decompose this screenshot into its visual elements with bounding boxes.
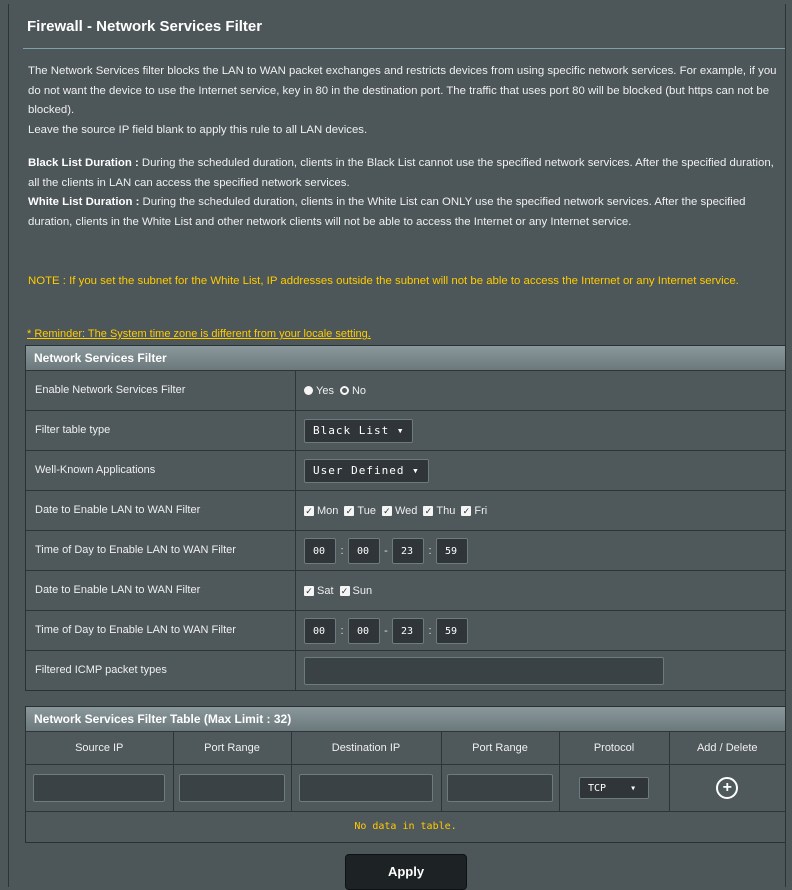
weekend-date-label: Date to Enable LAN to WAN Filter [26, 571, 296, 610]
col-add-delete: Add / Delete [669, 731, 785, 765]
well-known-apps-row: Well-Known Applications User Defined ▾ [26, 450, 785, 490]
weekend-time-row: Time of Day to Enable LAN to WAN Filter … [26, 610, 785, 650]
weekend-start-hour-input[interactable]: 00 [304, 617, 336, 644]
weekend-end-hour-input[interactable]: 23 [392, 617, 424, 644]
weekday-time-label: Time of Day to Enable LAN to WAN Filter [26, 531, 296, 570]
col-protocol: Protocol [559, 731, 670, 765]
protocol-select[interactable]: TCP ▾ [579, 777, 649, 799]
time-zone-reminder-link[interactable]: * Reminder: The System time zone is diff… [27, 328, 371, 340]
well-known-apps-select[interactable]: User Defined ▾ [304, 458, 429, 483]
wed-checkbox[interactable]: ✓ [381, 505, 392, 516]
no-radio-label[interactable]: No [352, 385, 366, 397]
thu-checkbox[interactable]: ✓ [423, 505, 434, 516]
destination-ip-input[interactable] [298, 774, 434, 802]
add-icon[interactable]: + [716, 777, 739, 799]
apply-button[interactable]: Apply [345, 854, 467, 890]
weekday-start-hour-input[interactable]: 00 [304, 537, 336, 564]
source-ip-input[interactable] [33, 774, 166, 802]
fri-checkbox[interactable]: ✓ [461, 505, 472, 516]
enable-filter-row: Enable Network Services Filter Yes No [26, 370, 785, 410]
col-dest-port-range: Port Range [441, 731, 560, 765]
source-port-range-input[interactable] [179, 774, 285, 802]
weekend-start-minute-input[interactable]: 00 [348, 617, 380, 644]
title-divider [23, 48, 785, 49]
filter-table-type-label: Filter table type [26, 411, 296, 450]
col-port-range: Port Range [173, 731, 292, 765]
wed-label: Wed [394, 504, 418, 517]
weekend-time-label: Time of Day to Enable LAN to WAN Filter [26, 611, 296, 650]
description: The Network Services filter blocks the L… [28, 62, 784, 140]
weekday-end-hour-input[interactable]: 23 [392, 537, 424, 564]
col-source-ip: Source IP [26, 731, 174, 765]
tue-label: Tue [357, 504, 376, 517]
icmp-row: Filtered ICMP packet types [26, 650, 785, 690]
black-list-description: Black List Duration : During the schedul… [28, 154, 784, 193]
empty-table-message: No data in table. [26, 811, 785, 842]
mon-label: Mon [317, 504, 339, 517]
sat-label: Sat [317, 584, 334, 597]
weekday-date-row: Date to Enable LAN to WAN Filter ✓ Mon ✓ T… [26, 490, 785, 530]
icmp-packet-types-input[interactable] [304, 656, 664, 685]
tue-checkbox[interactable]: ✓ [344, 505, 355, 516]
filter-table-panel: Network Services Filter Table (Max Limit… [25, 706, 786, 843]
weekend-end-minute-input[interactable]: 59 [436, 617, 468, 644]
filter-table-type-select[interactable]: Black List ▾ [304, 418, 414, 443]
white-list-title: White List Duration : [28, 196, 140, 208]
description-main: The Network Services filter blocks the L… [28, 65, 777, 116]
yes-radio[interactable] [304, 386, 313, 395]
yes-radio-label[interactable]: Yes [316, 385, 334, 397]
no-radio[interactable] [339, 386, 349, 395]
duration-description: Black List Duration : During the schedul… [28, 154, 784, 232]
sun-checkbox[interactable]: ✓ [339, 585, 350, 596]
icmp-label: Filtered ICMP packet types [26, 651, 296, 690]
well-known-apps-label: Well-Known Applications [26, 451, 296, 490]
enable-filter-label: Enable Network Services Filter [26, 371, 296, 410]
table-header-row: Source IP Port Range Destination IP Port… [26, 731, 785, 765]
page-title: Firewall - Network Services Filter [27, 18, 263, 35]
col-destination-ip: Destination IP [291, 731, 442, 765]
weekday-time-row: Time of Day to Enable LAN to WAN Filter … [26, 530, 785, 570]
black-list-text: During the scheduled duration, clients i… [28, 157, 774, 189]
filter-table: Source IP Port Range Destination IP Port… [26, 731, 785, 811]
fri-label: Fri [474, 504, 488, 517]
main-frame: Firewall - Network Services Filter The N… [8, 4, 786, 890]
sat-checkbox[interactable]: ✓ [304, 585, 314, 596]
white-list-description: White List Duration : During the schedul… [28, 193, 784, 232]
chevron-down-icon: ▾ [630, 783, 637, 794]
panel-header: Network Services Filter [26, 346, 785, 370]
destination-port-range-input[interactable] [447, 774, 553, 802]
network-services-filter-panel: Network Services Filter Enable Network S… [25, 345, 786, 691]
weekday-start-minute-input[interactable]: 00 [348, 537, 380, 564]
mon-checkbox[interactable]: ✓ [304, 505, 314, 516]
filter-table-header: Network Services Filter Table (Max Limit… [26, 707, 785, 731]
weekday-date-label: Date to Enable LAN to WAN Filter [26, 491, 296, 530]
sun-label: Sun [352, 584, 373, 597]
thu-label: Thu [436, 504, 456, 517]
weekend-date-row: Date to Enable LAN to WAN Filter ✓ Sat ✓ S… [26, 570, 785, 610]
black-list-title: Black List Duration : [28, 157, 139, 169]
description-source-ip: Leave the source IP field blank to apply… [28, 123, 368, 136]
table-input-row: TCP ▾ + [26, 764, 785, 811]
filter-table-type-row: Filter table type Black List ▾ [26, 410, 785, 450]
weekday-end-minute-input[interactable]: 59 [436, 537, 468, 564]
protocol-value: TCP [588, 783, 607, 794]
note-text: NOTE : If you set the subnet for the Whi… [28, 275, 739, 287]
